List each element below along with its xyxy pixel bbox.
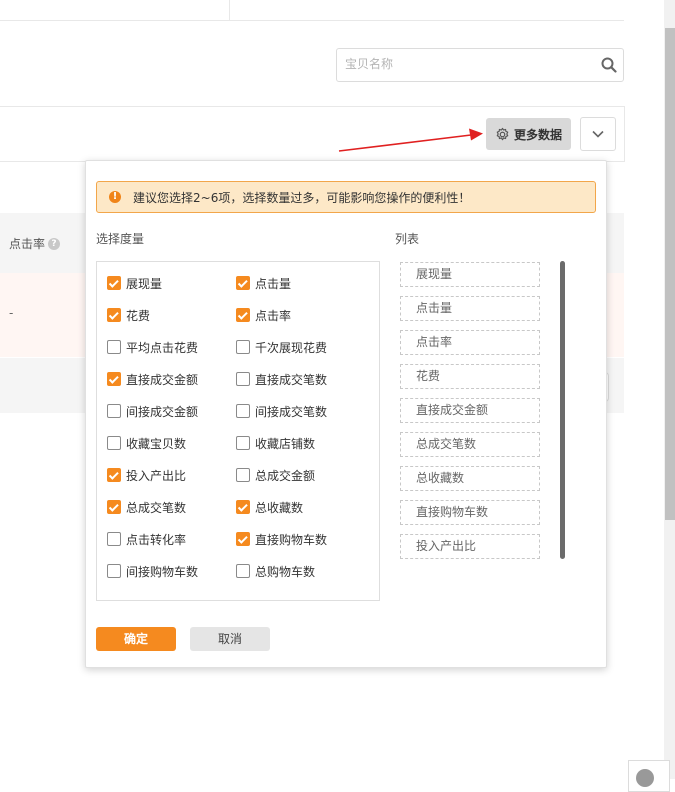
metric-checkbox-item[interactable]: 点击率 <box>236 307 291 323</box>
corner-widget-icon <box>636 769 654 787</box>
selected-list-item[interactable]: 直接成交金额 <box>400 398 540 423</box>
more-data-label: 更多数据 <box>513 127 562 142</box>
metric-label: 收藏宝贝数 <box>126 436 187 451</box>
checkbox[interactable] <box>107 308 121 322</box>
metric-label: 直接购物车数 <box>255 532 328 547</box>
selected-list-item[interactable]: 直接购物车数 <box>400 500 540 525</box>
checkbox[interactable] <box>107 340 121 354</box>
metric-label: 展现量 <box>126 276 163 291</box>
checkbox[interactable] <box>107 372 121 386</box>
warning-bar: ! 建议您选择2~6项，选择数量过多，可能影响您操作的便利性！ <box>96 181 596 213</box>
checkbox[interactable] <box>236 276 250 290</box>
checkbox[interactable] <box>236 532 250 546</box>
checkbox[interactable] <box>236 436 250 450</box>
search-icon[interactable] <box>601 57 617 73</box>
metric-checkbox-item[interactable]: 千次展现花费 <box>236 339 327 355</box>
metric-checkbox-item[interactable]: 直接成交金额 <box>107 371 198 387</box>
annotation-arrow-icon <box>338 128 483 152</box>
selected-list-item[interactable]: 花费 <box>400 364 540 389</box>
metric-label: 收藏店铺数 <box>255 436 316 451</box>
gear-icon <box>496 127 509 140</box>
metric-label: 花费 <box>126 308 151 323</box>
checkbox[interactable] <box>236 468 250 482</box>
metric-checkbox-item[interactable]: 总收藏数 <box>236 499 303 515</box>
metric-label: 点击率 <box>255 308 292 323</box>
search-input[interactable] <box>337 49 595 79</box>
warning-icon: ! <box>109 191 121 203</box>
metric-label: 直接成交金额 <box>126 372 199 387</box>
metric-label: 间接购物车数 <box>126 564 199 579</box>
metric-label: 间接成交笔数 <box>255 404 328 419</box>
metrics-title: 选择度量 <box>96 232 145 246</box>
checkbox[interactable] <box>107 404 121 418</box>
checkbox[interactable] <box>107 276 121 290</box>
checkbox[interactable] <box>236 340 250 354</box>
checkbox[interactable] <box>236 308 250 322</box>
column-label: 点击率 <box>9 237 46 251</box>
checkbox[interactable] <box>107 532 121 546</box>
metric-label: 投入产出比 <box>126 468 187 483</box>
metric-checkbox-item[interactable]: 间接成交金额 <box>107 403 198 419</box>
metric-label: 总收藏数 <box>255 500 304 515</box>
checkbox[interactable] <box>236 500 250 514</box>
more-data-button[interactable]: 更多数据 <box>486 118 571 150</box>
metric-checkbox-item[interactable]: 间接购物车数 <box>107 563 198 579</box>
metric-label: 平均点击花费 <box>126 340 199 355</box>
metric-label: 点击转化率 <box>126 532 187 547</box>
metric-label: 总购物车数 <box>255 564 316 579</box>
page-scrollbar-thumb[interactable] <box>665 28 675 520</box>
expand-button[interactable] <box>580 117 616 151</box>
metric-checkbox-item[interactable]: 直接成交笔数 <box>236 371 327 387</box>
selected-list-item[interactable]: 展现量 <box>400 262 540 287</box>
chevron-down-icon <box>592 130 604 138</box>
selected-list-item[interactable]: 总收藏数 <box>400 466 540 491</box>
checkbox[interactable] <box>107 436 121 450</box>
metric-label: 点击量 <box>255 276 292 291</box>
selected-list-item[interactable]: 点击量 <box>400 296 540 321</box>
checkbox[interactable] <box>107 500 121 514</box>
confirm-button[interactable]: 确定 <box>96 627 176 651</box>
metric-label: 直接成交笔数 <box>255 372 328 387</box>
selected-list-item[interactable]: 点击率 <box>400 330 540 355</box>
metric-checkbox-item[interactable]: 直接购物车数 <box>236 531 327 547</box>
metric-checkbox-item[interactable]: 总成交金额 <box>236 467 315 483</box>
metric-checkbox-item[interactable]: 总购物车数 <box>236 563 315 579</box>
metric-checkbox-item[interactable]: 投入产出比 <box>107 467 186 483</box>
metric-checkbox-item[interactable]: 平均点击花费 <box>107 339 198 355</box>
checkbox[interactable] <box>107 468 121 482</box>
cancel-button[interactable]: 取消 <box>190 627 270 651</box>
metric-checkbox-item[interactable]: 花费 <box>107 307 150 323</box>
metric-label: 总成交笔数 <box>126 500 187 515</box>
top-bar <box>0 0 624 21</box>
metric-checkbox-item[interactable]: 间接成交笔数 <box>236 403 327 419</box>
metric-checkbox-item[interactable]: 点击量 <box>236 275 291 291</box>
metric-label: 千次展现花费 <box>255 340 328 355</box>
selected-list-item[interactable]: 总成交笔数 <box>400 432 540 457</box>
table-cell: - <box>9 306 14 320</box>
metric-checkbox-item[interactable]: 点击转化率 <box>107 531 186 547</box>
top-bar-divider <box>229 0 230 20</box>
metric-checkbox-item[interactable]: 收藏宝贝数 <box>107 435 186 451</box>
column-header-click-rate[interactable]: 点击率 ? <box>9 235 61 252</box>
list-title: 列表 <box>395 232 420 246</box>
help-icon[interactable]: ? <box>48 237 61 250</box>
metric-checkbox-item[interactable]: 总成交笔数 <box>107 499 186 515</box>
metric-label: 总成交金额 <box>255 468 316 483</box>
metric-checkbox-item[interactable]: 收藏店铺数 <box>236 435 315 451</box>
selected-list-item[interactable]: 投入产出比 <box>400 534 540 559</box>
metric-label: 间接成交金额 <box>126 404 199 419</box>
checkbox[interactable] <box>236 372 250 386</box>
checkbox[interactable] <box>236 404 250 418</box>
search-box <box>336 48 624 82</box>
warning-text: 建议您选择2~6项，选择数量过多，可能影响您操作的便利性！ <box>133 190 471 205</box>
list-scrollbar[interactable] <box>560 261 565 559</box>
checkbox[interactable] <box>107 564 121 578</box>
metric-checkbox-item[interactable]: 展现量 <box>107 275 162 291</box>
checkbox[interactable] <box>236 564 250 578</box>
